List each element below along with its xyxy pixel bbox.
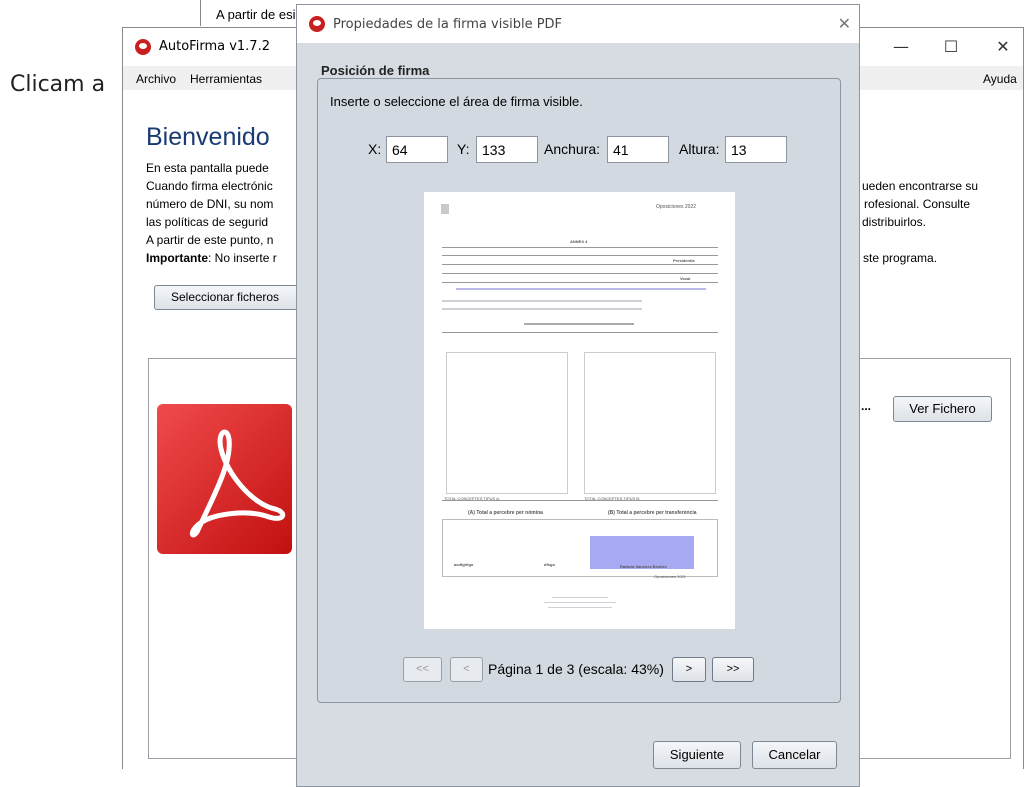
previous-page-button[interactable]: < [450, 657, 483, 682]
preview-line [524, 323, 634, 325]
autofirma-app-icon [309, 16, 325, 32]
visible-signature-dialog: Propiedades de la firma visible PDF ✕ Po… [296, 4, 860, 787]
preview-rule [442, 247, 718, 248]
height-label: Altura: [679, 141, 720, 157]
preview-total-b: TOTAL CONCEPTES TIPUS B: [584, 496, 641, 501]
background-top-text: A partir de esi [216, 7, 296, 22]
width-input[interactable] [607, 136, 669, 163]
preview-rule [442, 332, 718, 333]
dialog-close-button[interactable]: ✕ [838, 14, 851, 33]
x-input[interactable] [386, 136, 448, 163]
x-label: X: [368, 141, 382, 157]
document-logo [441, 204, 449, 214]
next-button[interactable]: Siguiente [653, 741, 741, 769]
preview-header: Oposiciones 2022 [656, 204, 697, 210]
view-file-button[interactable]: Ver Fichero [893, 396, 992, 422]
preview-role-1: President/a [673, 258, 695, 263]
preview-table-left [446, 352, 568, 494]
menu-archivo[interactable]: Archivo [136, 72, 176, 86]
important-text: : No inserte r [208, 251, 277, 265]
preview-section-a: (A) Total a percebre per nómina [468, 510, 543, 516]
welcome-line: A partir de este punto, n [146, 233, 274, 247]
preview-rule [442, 282, 718, 283]
menu-ayuda[interactable]: Ayuda [983, 72, 1017, 86]
preview-line [442, 308, 642, 310]
maximize-button[interactable]: ☐ [939, 36, 963, 58]
width-label: Anchura: [544, 141, 601, 157]
welcome-line-right: ste programa. [863, 251, 938, 265]
main-window-title: AutoFirma v1.7.2 [159, 39, 270, 54]
instruction-text: Inserte o seleccione el área de firma vi… [330, 94, 583, 109]
preview-section-b: (B) Total a percebre per transferència [608, 510, 697, 516]
minimize-button[interactable]: — [889, 36, 913, 58]
preview-role-2: Vocal [680, 276, 691, 281]
background-window-strip: A partir de esi [200, 0, 311, 26]
preview-rule [442, 264, 718, 265]
pdf-acrobat-glyph [189, 429, 286, 538]
pdf-page-preview[interactable]: Oposiciones 2022 ANNEX 4 President/a Voc… [424, 192, 735, 629]
welcome-line-right: rofesional. Consulte [864, 197, 971, 211]
dialog-titlebar: Propiedades de la firma visible PDF ✕ [297, 5, 859, 43]
first-page-button[interactable]: << [403, 657, 442, 682]
preview-sign-name-1: asdfghfgo [454, 562, 474, 567]
preview-sign-name-3: Rafaela Sánchez Benítez [620, 564, 667, 569]
preview-footer-line [548, 607, 612, 608]
important-line: Importante: No inserte r [146, 251, 277, 265]
welcome-line: número de DNI, su nom [146, 197, 274, 211]
preview-line [442, 300, 642, 302]
next-page-button[interactable]: > [672, 657, 706, 682]
welcome-line-right: distribuirlos. [862, 215, 927, 229]
page-info: Página 1 de 3 (escala: 43%) [488, 661, 664, 677]
file-name-ellipsis: ... [861, 399, 872, 413]
preview-annex: ANNEX 4 [570, 239, 588, 244]
welcome-title: Bienvenido [146, 123, 270, 151]
dialog-title: Propiedades de la firma visible PDF [333, 17, 563, 32]
section-title: Posición de firma [321, 63, 430, 78]
welcome-line: Cuando firma electrónic [146, 179, 273, 193]
preview-rule [442, 255, 718, 256]
preview-rule [442, 273, 718, 274]
select-files-label: Seleccionar ficheros [171, 290, 280, 304]
signature-position-panel: Inserte o seleccione el área de firma vi… [317, 78, 841, 703]
preview-sign-name-2: dfsgo [544, 562, 555, 567]
welcome-line: En esta pantalla puede [146, 161, 269, 175]
welcome-line-right: ueden encontrarse su [862, 179, 979, 193]
preview-table-right [584, 352, 716, 494]
autofirma-app-icon [135, 39, 151, 55]
preview-footer-line [544, 602, 616, 603]
background-text: Clicam a [10, 72, 106, 97]
preview-total-a: TOTAL CONCEPTES TIPUS A: [444, 496, 500, 501]
preview-footer: Oposiciones 2021 [654, 574, 687, 579]
last-page-button[interactable]: >> [712, 657, 754, 682]
pdf-file-icon [157, 404, 292, 554]
preview-link-line [456, 288, 706, 290]
welcome-line: las políticas de segurid [146, 215, 269, 229]
close-button[interactable]: ✕ [991, 36, 1015, 58]
preview-footer-line [552, 597, 608, 598]
cancel-button[interactable]: Cancelar [752, 741, 837, 769]
y-input[interactable] [476, 136, 538, 163]
select-files-button[interactable]: Seleccionar ficheros [154, 285, 299, 310]
y-label: Y: [457, 141, 470, 157]
menu-herramientas[interactable]: Herramientas [190, 72, 262, 86]
important-label: Importante [146, 251, 209, 265]
height-input[interactable] [725, 136, 787, 163]
